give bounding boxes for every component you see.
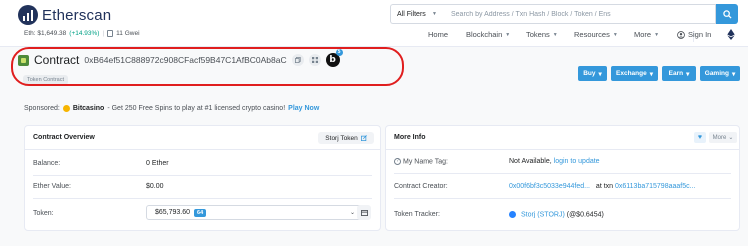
buy-label: Buy (583, 70, 596, 77)
token-tracker-label: Token Tracker: (394, 211, 440, 218)
storj-token-button[interactable]: Storj Token (318, 132, 374, 144)
token-tracker-link[interactable]: Storj (STORJ) (521, 211, 565, 218)
row-divider (33, 175, 372, 176)
sponsored-banner: Sponsored: Bitcasino - Get 250 Free Spin… (24, 105, 319, 112)
sponsor-cta-link[interactable]: Play Now (288, 105, 319, 112)
nav-more-label: More (634, 30, 652, 39)
login-to-update-link[interactable]: login to update (554, 158, 600, 165)
search-input[interactable] (443, 4, 716, 24)
card-header: More Info ♥ More ⌄ (386, 126, 739, 150)
more-options-button[interactable]: More ⌄ (709, 132, 737, 143)
row-divider (33, 198, 372, 199)
contract-creator-value: 0x00f6bf3c5033e944fed... at txn 0x6113ba… (509, 183, 695, 190)
nav-home[interactable]: Home (428, 30, 448, 39)
chevron-down-icon: ▾ (731, 70, 736, 78)
gaming-button[interactable]: Gaming ▾ (700, 66, 740, 81)
token-label: Token: (33, 210, 54, 217)
token-count-badge: 64 (194, 208, 207, 217)
top-navbar: Etherscan Eth: $1,649.38 (+14.93%) | 11 … (0, 0, 748, 47)
main-nav: Home Blockchain ▼ Tokens ▼ Resources ▼ More… (0, 29, 748, 44)
chevron-down-icon: ▼ (432, 11, 437, 17)
contract-overview-card: Contract Overview Storj Token Balance: 0… (24, 125, 381, 231)
row-divider (394, 173, 731, 174)
ethereum-icon (727, 29, 735, 40)
favorite-button[interactable]: ♥ (694, 132, 706, 143)
sponsor-text: - Get 250 Free Spins to play at #1 licen… (107, 105, 286, 112)
creator-address-link[interactable]: 0x00f6bf3c5033e944fed... (509, 183, 590, 190)
chevron-down-icon: ⌄ (349, 210, 355, 216)
token-holdings-dropdown[interactable]: $65,793.60 64 ⌄ (146, 205, 363, 220)
balance-value: 0 Ether (146, 160, 169, 167)
nav-home-label: Home (428, 30, 449, 39)
nav-sign-in[interactable]: Sign In (677, 30, 711, 39)
bitcasino-logo-icon (62, 105, 70, 112)
token-tracker-value: Storj (STORJ) (@$0.6454) (509, 211, 604, 218)
search-filter-select[interactable]: All Filters ▼ (390, 4, 443, 24)
card-header: Contract Overview Storj Token (25, 126, 380, 150)
chevron-down-icon: ▾ (649, 70, 653, 78)
nav-blockchain[interactable]: Blockchain ▼ (466, 30, 510, 39)
row-divider (394, 198, 731, 199)
eth-network-icon[interactable] (727, 29, 735, 40)
external-link-icon (360, 135, 367, 141)
brand-name: Etherscan (42, 6, 112, 24)
name-tag-status: Not Available, (509, 158, 552, 165)
wallet-icon (360, 209, 368, 216)
etherscan-logo-icon (18, 5, 38, 25)
card-title: Contract Overview (33, 134, 95, 141)
chevron-down-icon: ▼ (505, 31, 511, 38)
search-icon (722, 9, 732, 19)
chevron-down-icon: ⌄ (728, 135, 734, 141)
gaming-label: Gaming (704, 70, 729, 77)
exchange-label: Exchange (616, 70, 647, 77)
balance-label: Balance: (33, 160, 61, 167)
nav-tokens[interactable]: Tokens ▼ (526, 30, 558, 39)
creator-txn-link[interactable]: 0x6113ba715798aaaf5c... (615, 183, 695, 190)
chevron-down-icon: ▼ (552, 31, 558, 38)
contract-creator-label: Contract Creator: (394, 183, 448, 190)
search-filter-label: All Filters (397, 10, 426, 18)
name-tag-label: ? My Name Tag: (394, 158, 448, 165)
action-menu: Buy ▾ Exchange ▾ Earn ▾ Gaming ▾ (0, 66, 748, 81)
earn-button[interactable]: Earn ▾ (662, 66, 696, 81)
name-tag-label-text: My Name Tag: (403, 158, 448, 166)
more-info-card: More Info ♥ More ⌄ ? My Name Tag: Not Ava… (385, 125, 740, 231)
heart-icon: ♥ (697, 134, 703, 141)
chevron-down-icon: ▾ (598, 70, 602, 78)
storj-token-label: Storj Token (325, 134, 358, 142)
sponsor-label: Sponsored: (24, 105, 60, 112)
user-circle-icon (677, 30, 685, 39)
nav-more[interactable]: More ▼ (634, 30, 659, 39)
etherscan-logo[interactable]: Etherscan (18, 5, 111, 25)
search-button[interactable] (716, 4, 738, 24)
token-value: $65,793.60 (155, 209, 191, 216)
chevron-down-icon: ▾ (686, 70, 690, 78)
earn-label: Earn (668, 70, 684, 77)
nav-resources[interactable]: Resources ▼ (574, 30, 618, 39)
nav-tokens-label: Tokens (526, 30, 550, 39)
more-label: More (712, 134, 727, 141)
nav-blockchain-label: Blockchain (466, 30, 503, 39)
name-tag-value: Not Available, login to update (509, 158, 600, 165)
exchange-button[interactable]: Exchange ▾ (611, 66, 658, 81)
question-circle-icon: ? (394, 158, 401, 165)
nav-sign-in-label: Sign In (688, 30, 712, 39)
card-title: More Info (394, 134, 426, 141)
nav-resources-label: Resources (574, 30, 610, 39)
token-tracker-price: (@$0.6454) (566, 211, 604, 219)
token-wallet-button[interactable] (357, 205, 371, 220)
creator-at-text: at txn (595, 183, 614, 190)
ether-value-label: Ether Value: (33, 183, 72, 190)
ether-value: $0.00 (146, 183, 164, 190)
storj-logo-icon (509, 211, 516, 218)
chevron-down-icon: ▼ (612, 31, 618, 38)
chevron-down-icon: ▼ (654, 31, 660, 38)
sponsor-name[interactable]: Bitcasino (73, 105, 105, 112)
buy-button[interactable]: Buy ▾ (578, 66, 607, 81)
